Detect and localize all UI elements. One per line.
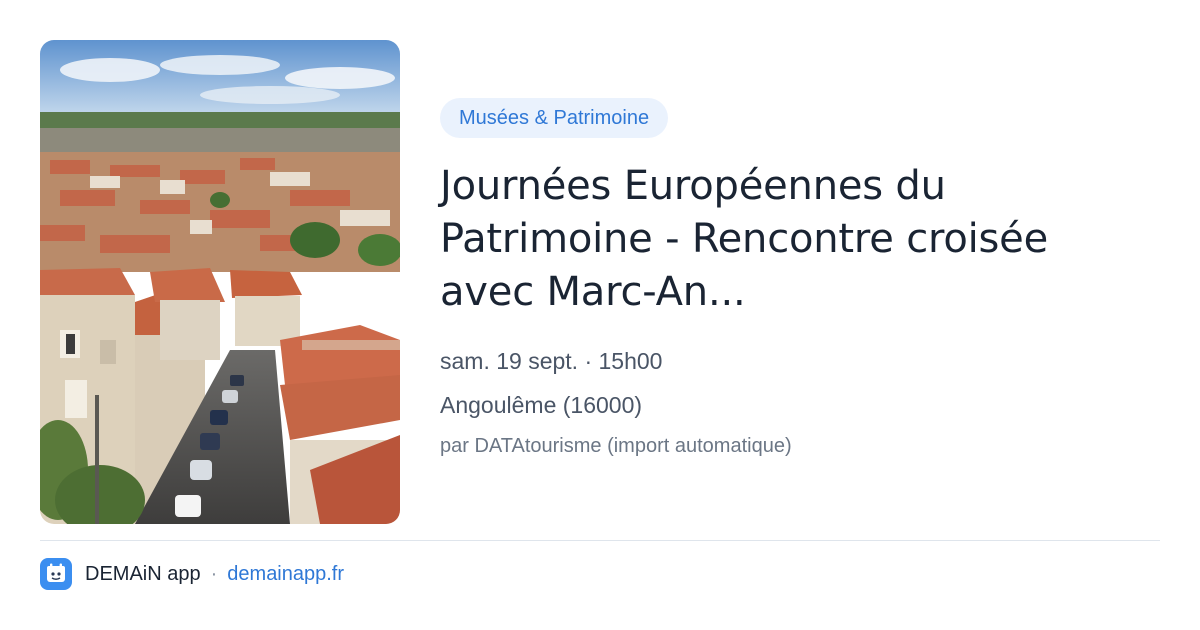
event-title[interactable]: Journées Européennes du Patrimoine - Ren… bbox=[440, 160, 1140, 319]
footer: DEMAiN app · demainapp.fr bbox=[40, 557, 344, 591]
footer-separator: · bbox=[210, 562, 218, 585]
event-date-time: sam. 19 sept. · 15h00 bbox=[440, 348, 663, 374]
footer-divider bbox=[40, 540, 1160, 541]
category-badge[interactable]: Musées & Patrimoine bbox=[440, 98, 669, 138]
event-location: Angoulême (16000) bbox=[440, 392, 643, 418]
event-preview-card[interactable]: Musées & Patrimoine Journées Européennes… bbox=[0, 0, 1200, 630]
demain-app-logo-icon bbox=[40, 558, 72, 590]
event-details: Musées & Patrimoine Journées Européennes… bbox=[440, 98, 1160, 460]
event-author: par DATAtourisme (import automatique) bbox=[440, 435, 792, 457]
event-photo bbox=[40, 40, 400, 524]
app-website-link[interactable]: demainapp.fr bbox=[227, 563, 344, 586]
app-name: DEMAiN app bbox=[85, 562, 201, 585]
